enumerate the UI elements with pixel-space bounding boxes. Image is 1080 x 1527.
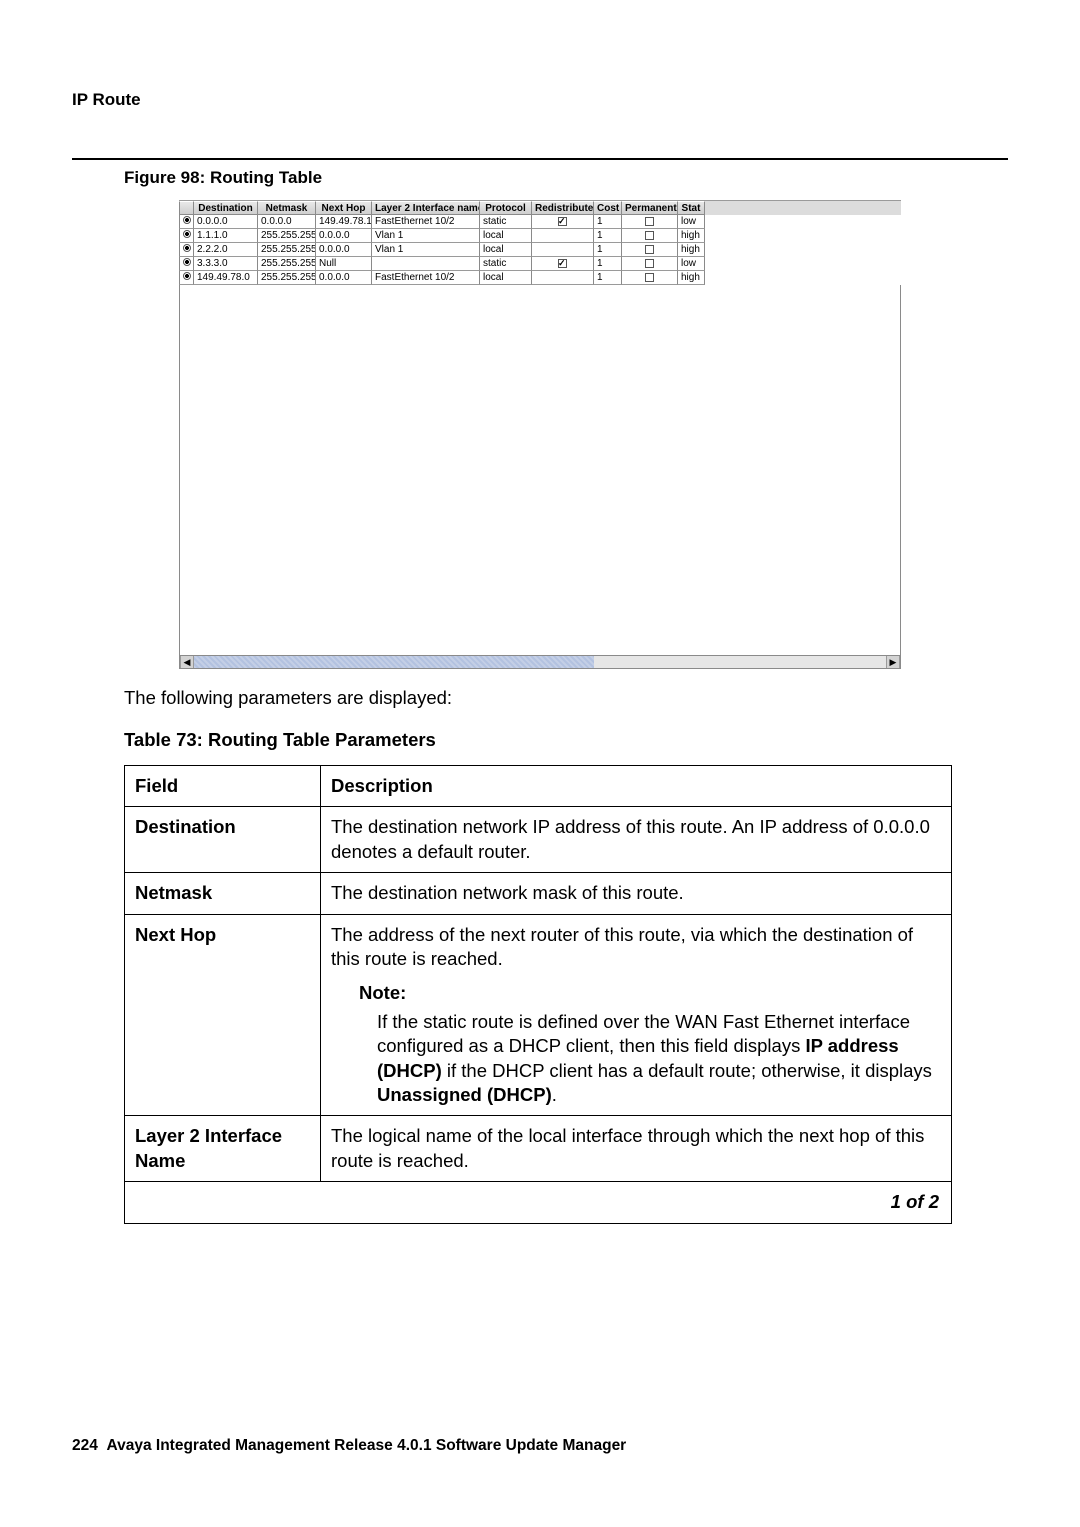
col-status[interactable]: Stat bbox=[677, 201, 705, 215]
table-row: Destination The destination network IP a… bbox=[125, 807, 952, 873]
field-netmask: Netmask bbox=[135, 882, 212, 903]
note-label: Note: bbox=[359, 981, 941, 1005]
row-radio[interactable] bbox=[179, 229, 193, 243]
row-radio[interactable] bbox=[179, 215, 193, 229]
col-destination[interactable]: Destination bbox=[193, 201, 257, 215]
params-head-field: Field bbox=[125, 766, 321, 807]
table-row: Netmask The destination network mask of … bbox=[125, 873, 952, 914]
cell-redistribute[interactable] bbox=[531, 271, 593, 285]
table-page-indicator-row: 1 of 2 bbox=[125, 1182, 952, 1223]
cell-destination: 149.49.78.0 bbox=[193, 271, 257, 285]
cell-netmask: 255.255.255.0 bbox=[257, 271, 315, 285]
scroll-right-icon[interactable]: ▶ bbox=[886, 656, 900, 668]
cell-layer2: Vlan 1 bbox=[371, 229, 479, 243]
desc-l2: The logical name of the local interface … bbox=[321, 1116, 952, 1182]
cell-nexthop: 0.0.0.0 bbox=[315, 271, 371, 285]
cell-cost: 1 bbox=[593, 243, 621, 257]
page-footer: 224 Avaya Integrated Management Release … bbox=[72, 1437, 626, 1455]
field-l2: Layer 2 Interface Name bbox=[135, 1125, 282, 1170]
scroll-left-icon[interactable]: ◀ bbox=[180, 656, 194, 668]
cell-status: high bbox=[677, 243, 705, 257]
cell-permanent[interactable] bbox=[621, 229, 677, 243]
cell-permanent[interactable] bbox=[621, 243, 677, 257]
cell-protocol: static bbox=[479, 215, 531, 229]
cell-status: low bbox=[677, 257, 705, 271]
cell-protocol: local bbox=[479, 243, 531, 257]
table-row[interactable]: 149.49.78.0255.255.255.00.0.0.0FastEther… bbox=[179, 271, 901, 285]
col-protocol[interactable]: Protocol bbox=[479, 201, 531, 215]
cell-status: high bbox=[677, 271, 705, 285]
cell-netmask: 255.255.255.0 bbox=[257, 243, 315, 257]
cell-redistribute[interactable] bbox=[531, 257, 593, 271]
cell-redistribute[interactable] bbox=[531, 243, 593, 257]
note-body: If the static route is defined over the … bbox=[359, 1010, 941, 1108]
cell-status: high bbox=[677, 229, 705, 243]
params-table-title: Table 73: Routing Table Parameters bbox=[124, 729, 1008, 751]
routing-params-table: Field Description Destination The destin… bbox=[124, 765, 952, 1224]
cell-cost: 1 bbox=[593, 257, 621, 271]
routing-table-screenshot: Destination Netmask Next Hop Layer 2 Int… bbox=[179, 200, 901, 669]
desc-netmask: The destination network mask of this rou… bbox=[321, 873, 952, 914]
cell-layer2: FastEthernet 10/2 bbox=[371, 215, 479, 229]
routing-table-header-row: Destination Netmask Next Hop Layer 2 Int… bbox=[179, 200, 901, 215]
col-redistribute[interactable]: Redistribute bbox=[531, 201, 593, 215]
cell-status: low bbox=[677, 215, 705, 229]
desc-nexthop: The address of the next router of this r… bbox=[321, 914, 952, 1116]
col-netmask[interactable]: Netmask bbox=[257, 201, 315, 215]
figure-caption: Figure 98: Routing Table bbox=[124, 168, 1008, 188]
cell-protocol: local bbox=[479, 229, 531, 243]
cell-nexthop: 0.0.0.0 bbox=[315, 243, 371, 257]
footer-text: Avaya Integrated Management Release 4.0.… bbox=[107, 1437, 627, 1454]
table-row[interactable]: 0.0.0.00.0.0.0149.49.78.1FastEthernet 10… bbox=[179, 215, 901, 229]
col-layer2[interactable]: Layer 2 Interface name bbox=[371, 201, 479, 215]
cell-netmask: 255.255.255.0 bbox=[257, 257, 315, 271]
cell-layer2: FastEthernet 10/2 bbox=[371, 271, 479, 285]
horizontal-scrollbar[interactable]: ◀ ▶ bbox=[179, 655, 901, 669]
cell-destination: 1.1.1.0 bbox=[193, 229, 257, 243]
cell-protocol: local bbox=[479, 271, 531, 285]
body-intro-text: The following parameters are displayed: bbox=[124, 687, 1008, 709]
cell-nexthop: 149.49.78.1 bbox=[315, 215, 371, 229]
cell-layer2: Vlan 1 bbox=[371, 243, 479, 257]
cell-cost: 1 bbox=[593, 229, 621, 243]
row-radio[interactable] bbox=[179, 243, 193, 257]
col-cost[interactable]: Cost bbox=[593, 201, 621, 215]
cell-nexthop: 0.0.0.0 bbox=[315, 229, 371, 243]
cell-permanent[interactable] bbox=[621, 215, 677, 229]
cell-cost: 1 bbox=[593, 215, 621, 229]
cell-netmask: 255.255.255.0 bbox=[257, 229, 315, 243]
table-row: Layer 2 Interface Name The logical name … bbox=[125, 1116, 952, 1182]
separator-line bbox=[72, 158, 1008, 160]
table-row: Next Hop The address of the next router … bbox=[125, 914, 952, 1116]
desc-destination: The destination network IP address of th… bbox=[321, 807, 952, 873]
col-nexthop[interactable]: Next Hop bbox=[315, 201, 371, 215]
cell-protocol: static bbox=[479, 257, 531, 271]
cell-layer2 bbox=[371, 257, 479, 271]
field-destination: Destination bbox=[135, 816, 236, 837]
table-row[interactable]: 1.1.1.0255.255.255.00.0.0.0Vlan 1local 1 h… bbox=[179, 229, 901, 243]
cell-destination: 0.0.0.0 bbox=[193, 215, 257, 229]
table-row[interactable]: 3.3.3.0255.255.255.0Null static 1 low bbox=[179, 257, 901, 271]
cell-destination: 3.3.3.0 bbox=[193, 257, 257, 271]
table-page-indicator: 1 of 2 bbox=[125, 1182, 952, 1223]
col-permanent[interactable]: Permanent bbox=[621, 201, 677, 215]
cell-redistribute[interactable] bbox=[531, 215, 593, 229]
cell-nexthop: Null bbox=[315, 257, 371, 271]
cell-permanent[interactable] bbox=[621, 257, 677, 271]
cell-permanent[interactable] bbox=[621, 271, 677, 285]
page-number: 224 bbox=[72, 1437, 98, 1454]
params-head-desc: Description bbox=[321, 766, 952, 807]
cell-redistribute[interactable] bbox=[531, 229, 593, 243]
cell-netmask: 0.0.0.0 bbox=[257, 215, 315, 229]
row-radio[interactable] bbox=[179, 257, 193, 271]
field-nexthop: Next Hop bbox=[135, 924, 216, 945]
cell-destination: 2.2.2.0 bbox=[193, 243, 257, 257]
row-radio[interactable] bbox=[179, 271, 193, 285]
page-section-title: IP Route bbox=[72, 90, 1008, 110]
table-row[interactable]: 2.2.2.0255.255.255.00.0.0.0Vlan 1local 1 h… bbox=[179, 243, 901, 257]
cell-cost: 1 bbox=[593, 271, 621, 285]
